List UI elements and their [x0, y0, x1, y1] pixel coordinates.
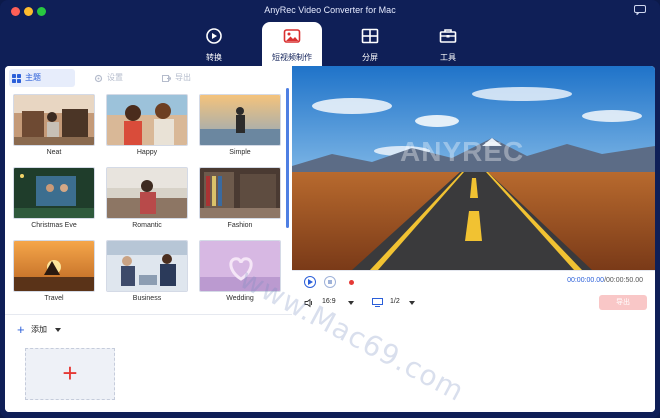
app-window: AnyRec Video Converter for Mac 转换 短视频制作 — [0, 0, 660, 418]
record-icon[interactable] — [349, 280, 354, 285]
export-button[interactable]: 导出 — [599, 295, 647, 310]
theme-thumbnail — [106, 94, 188, 146]
theme-card-happy[interactable]: Happy — [106, 94, 188, 156]
theme-card-christmas-eve[interactable]: Christmas Eve — [13, 167, 95, 229]
top-nav: 转换 短视频制作 分屏 工具 — [0, 22, 660, 68]
theme-label: Fashion — [227, 222, 253, 229]
theme-card-business[interactable]: Business — [106, 240, 188, 302]
stop-button[interactable] — [324, 276, 336, 288]
tab-convert[interactable]: 转换 — [184, 22, 244, 66]
video-preview: ANYREC — [292, 66, 655, 270]
tab-toolbox[interactable]: 工具 — [418, 22, 478, 66]
player-controls: 00:00:00.00/00:00:50.00 16:9 1/2 导出 — [292, 270, 655, 314]
chevron-down-icon[interactable] — [409, 301, 415, 305]
theme-card-travel[interactable]: Travel — [13, 240, 95, 302]
theme-thumbnail — [199, 167, 281, 219]
theme-card-simple[interactable]: Simple — [199, 94, 281, 156]
timecode: 00:00:00.00/00:00:50.00 — [567, 277, 643, 284]
tab-theme[interactable]: 主题 — [9, 69, 75, 87]
theme-card-fashion[interactable]: Fashion — [199, 167, 281, 229]
time-current: 00:00:00.00 — [567, 277, 605, 284]
tab-export-label: 导出 — [175, 73, 191, 82]
feedback-icon[interactable] — [634, 5, 646, 15]
tab-theme-label: 主题 — [25, 73, 41, 82]
theme-thumbnail — [106, 240, 188, 292]
tab-settings-label: 设置 — [107, 73, 123, 82]
tab-settings[interactable]: 设置 — [91, 69, 141, 87]
theme-scrollbar[interactable] — [286, 88, 289, 228]
preview-image — [292, 66, 655, 270]
main-panel: 主题 设置 导出 Neat Happy Simple Christmas Eve… — [5, 66, 655, 412]
add-media-dropzone[interactable]: + — [25, 348, 115, 400]
tab-mv-maker[interactable]: 短视频制作 — [262, 22, 322, 68]
theme-thumbnail — [199, 94, 281, 146]
tab-split-screen[interactable]: 分屏 — [340, 22, 400, 66]
split-screen-icon — [361, 28, 379, 44]
theme-card-romantic[interactable]: Romantic — [106, 167, 188, 229]
add-label: 添加 — [31, 325, 47, 334]
tab-export[interactable]: 导出 — [159, 69, 209, 87]
theme-label: Happy — [136, 149, 158, 156]
convert-icon — [206, 28, 222, 44]
grid-icon — [12, 74, 21, 83]
chevron-down-icon[interactable] — [55, 327, 62, 332]
theme-thumbnail — [13, 94, 95, 146]
time-total: /00:00:50.00 — [604, 277, 643, 284]
chevron-down-icon[interactable] — [348, 301, 354, 305]
title-bar: AnyRec Video Converter for Mac — [0, 0, 660, 22]
window-title: AnyRec Video Converter for Mac — [264, 5, 396, 15]
theme-thumbnail — [13, 167, 95, 219]
theme-thumbnail — [106, 167, 188, 219]
plus-icon: + — [17, 322, 25, 337]
play-button[interactable] — [304, 276, 316, 288]
clip-area: + 添加 + — [5, 314, 292, 412]
monitor-icon — [372, 298, 383, 307]
toolbox-icon — [439, 29, 457, 43]
export-icon — [162, 75, 171, 82]
theme-label: Simple — [229, 149, 251, 156]
tab-toolbox-label: 工具 — [440, 53, 456, 62]
theme-label: Neat — [46, 149, 62, 156]
page-select[interactable]: 1/2 — [390, 298, 400, 305]
theme-label: Travel — [44, 295, 64, 302]
mv-maker-icon — [283, 29, 301, 43]
tab-convert-label: 转换 — [206, 53, 222, 62]
add-button[interactable]: + 添加 — [17, 322, 62, 337]
theme-thumbnail — [13, 240, 95, 292]
tab-split-screen-label: 分屏 — [362, 53, 378, 62]
gear-icon — [94, 74, 103, 83]
tab-mv-maker-label: 短视频制作 — [272, 53, 312, 62]
preview-watermark: ANYREC — [400, 136, 525, 167]
add-media-plus-icon: + — [62, 358, 78, 388]
theme-card-neat[interactable]: Neat — [13, 94, 95, 156]
theme-label: Business — [132, 295, 162, 302]
theme-label: Christmas Eve — [31, 222, 77, 229]
theme-label: Romantic — [132, 222, 162, 229]
